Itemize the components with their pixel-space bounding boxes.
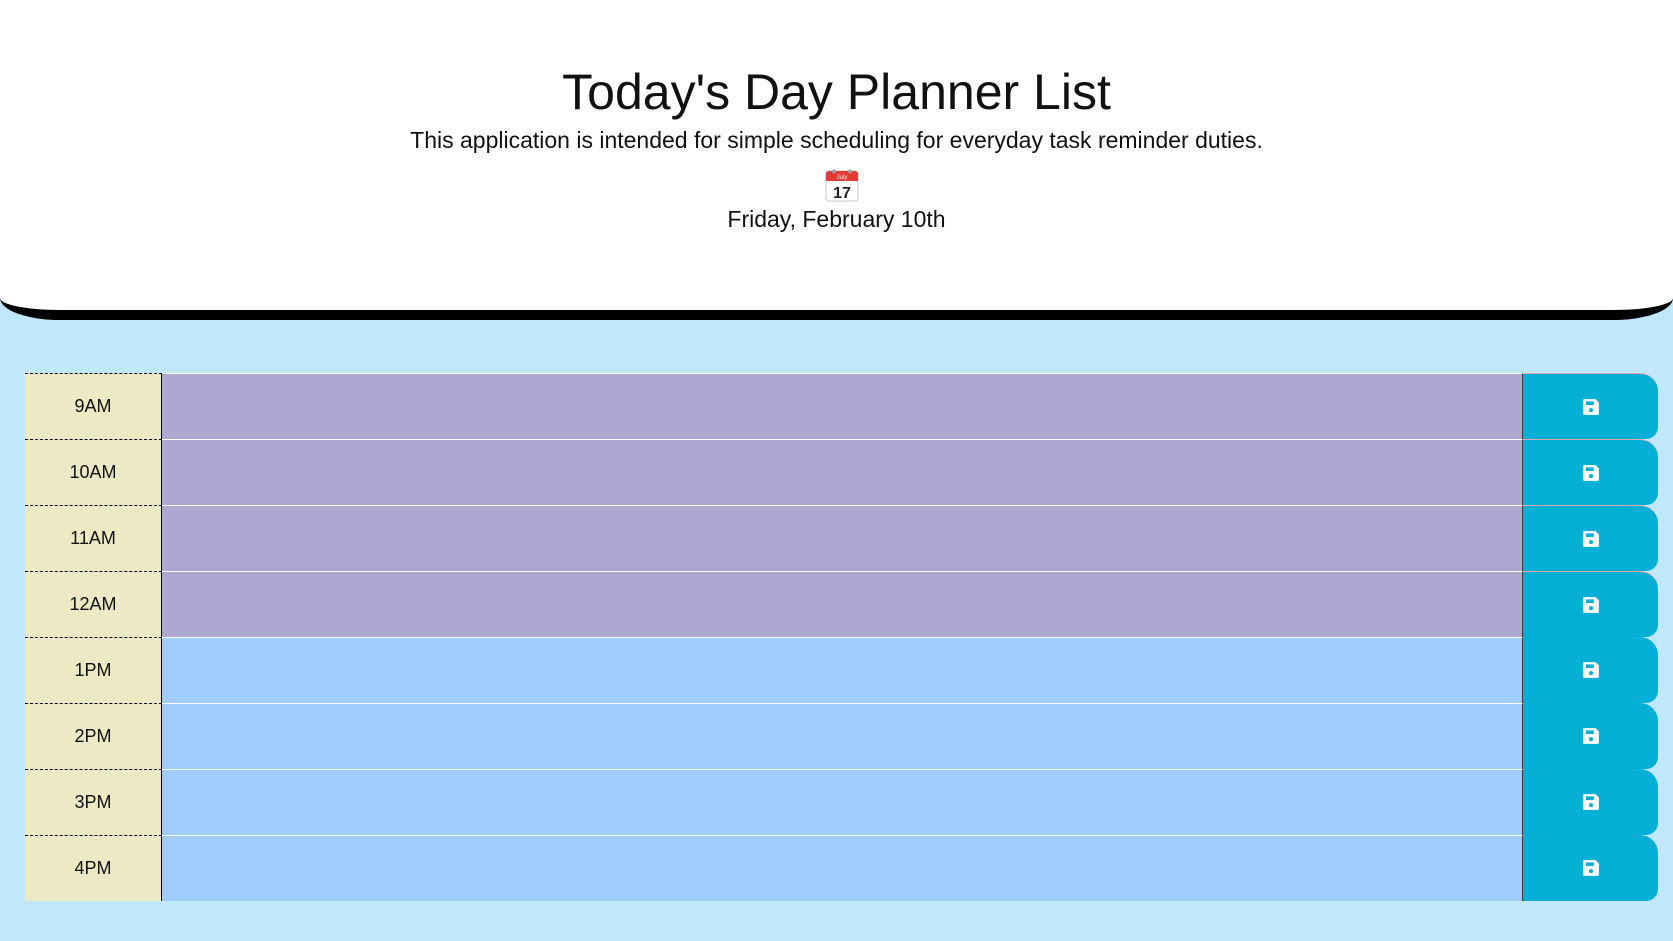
hour-label: 9AM — [25, 373, 162, 439]
save-icon — [1582, 398, 1599, 415]
save-button[interactable] — [1523, 439, 1658, 505]
task-description-input[interactable] — [162, 637, 1523, 703]
save-button[interactable] — [1523, 373, 1658, 439]
hour-label: 1PM — [25, 637, 162, 703]
save-button[interactable] — [1523, 769, 1658, 835]
task-description-input[interactable] — [162, 835, 1523, 901]
save-button[interactable] — [1523, 835, 1658, 901]
svg-text:July: July — [837, 175, 848, 181]
hour-label: 11AM — [25, 505, 162, 571]
time-block-row: 12AM — [25, 571, 1658, 637]
save-icon — [1582, 596, 1599, 613]
save-button[interactable] — [1523, 703, 1658, 769]
planner-container: 9AM 10AM 11AM 12AM 1PM 2PM 3PM 4PM — [25, 373, 1658, 901]
save-button[interactable] — [1523, 571, 1658, 637]
calendar-icon: July 17 — [825, 169, 859, 202]
save-button[interactable] — [1523, 637, 1658, 703]
save-icon — [1582, 662, 1599, 678]
save-icon — [1582, 794, 1599, 810]
header-jumbotron: Today's Day Planner List This applicatio… — [0, 0, 1673, 320]
hour-label: 2PM — [25, 703, 162, 769]
task-description-input[interactable] — [162, 769, 1523, 835]
time-block-row: 3PM — [25, 769, 1658, 835]
task-description-input[interactable] — [162, 703, 1523, 769]
task-description-input[interactable] — [162, 439, 1523, 505]
hour-label: 4PM — [25, 835, 162, 901]
time-block-row: 11AM — [25, 505, 1658, 571]
time-block-row: 9AM — [25, 373, 1658, 439]
task-description-input[interactable] — [162, 373, 1523, 439]
hour-label: 10AM — [25, 439, 162, 505]
save-icon — [1582, 728, 1599, 744]
save-icon — [1582, 860, 1599, 876]
save-button[interactable] — [1523, 505, 1658, 571]
task-description-input[interactable] — [162, 505, 1523, 571]
time-block-row: 1PM — [25, 637, 1658, 703]
task-description-input[interactable] — [162, 571, 1523, 637]
time-block-row: 10AM — [25, 439, 1658, 505]
hour-label: 12AM — [25, 571, 162, 637]
time-block-row: 2PM — [25, 703, 1658, 769]
page-description: This application is intended for simple … — [410, 127, 1263, 153]
save-icon — [1582, 530, 1599, 547]
save-icon — [1582, 464, 1599, 481]
time-block-row: 4PM — [25, 835, 1658, 901]
hour-label: 3PM — [25, 769, 162, 835]
svg-text:17: 17 — [833, 185, 851, 202]
page-title: Today's Day Planner List — [562, 64, 1111, 120]
current-day: Friday, February 10th — [727, 206, 946, 232]
